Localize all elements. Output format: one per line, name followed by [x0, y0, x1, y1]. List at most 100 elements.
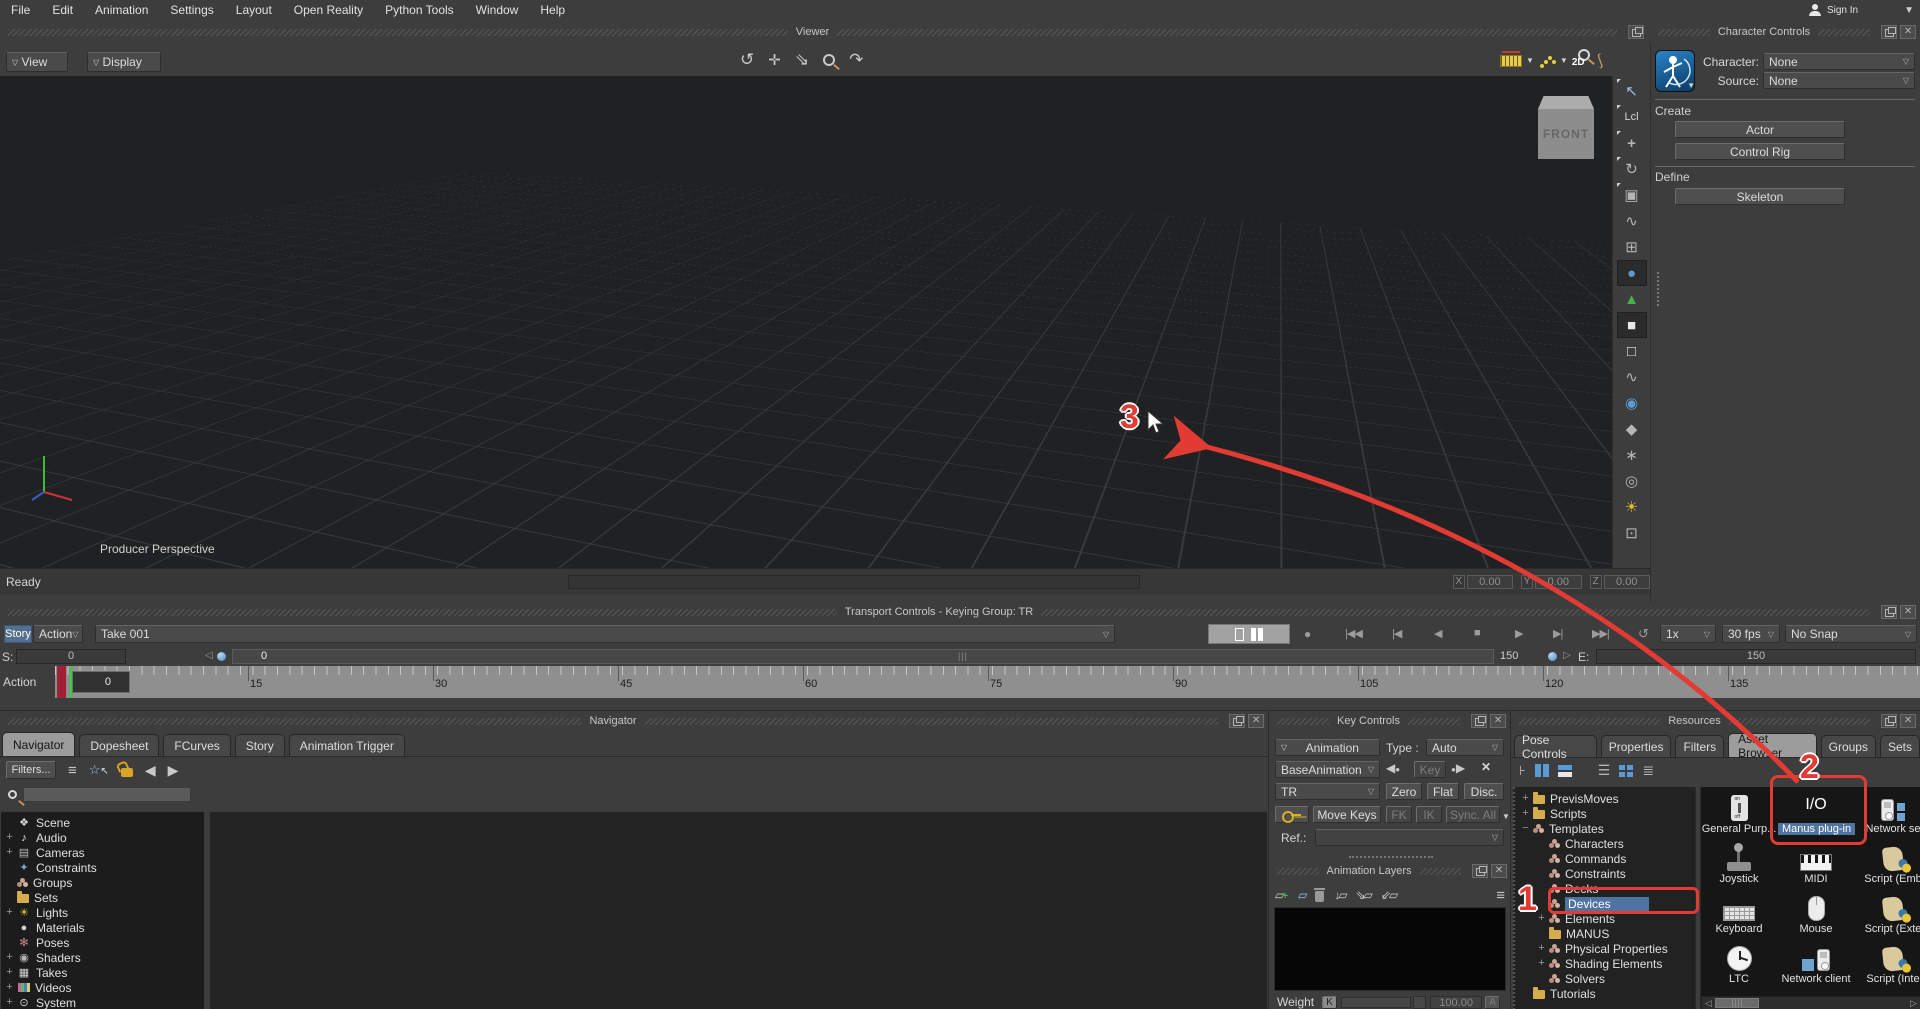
weight-spinner[interactable] — [1413, 996, 1426, 1009]
weight-auto-button[interactable]: A — [1485, 996, 1500, 1009]
bone-tool-icon[interactable]: ∗ — [1617, 442, 1647, 468]
timeline-ruler-icon[interactable] — [1500, 55, 1522, 67]
asset-network-client[interactable]: Network client — [1778, 939, 1854, 985]
lasso-icon[interactable]: ∫ — [1595, 52, 1605, 69]
layer-options-icon[interactable]: ≡ — [1496, 887, 1505, 904]
back-arrow-icon[interactable]: ◀ — [145, 762, 156, 779]
search-input[interactable] — [23, 787, 191, 802]
expand-icon[interactable]: + — [5, 908, 14, 917]
scale-tool-icon[interactable]: ▣ — [1617, 182, 1647, 208]
navigator-float-button[interactable] — [1229, 714, 1245, 728]
character-face-tool-icon[interactable]: ◎ — [1617, 468, 1647, 494]
orbit-icon[interactable]: ↺ — [740, 50, 754, 70]
scroll-right-icon[interactable]: ▷ — [1907, 998, 1920, 1009]
range-right-arrow-icon[interactable]: ▷ — [1563, 650, 1571, 661]
layers-stack-icon[interactable]: ▱ — [1298, 888, 1305, 902]
menu-python-tools[interactable]: Python Tools — [374, 3, 465, 17]
asset-tree-elements[interactable]: +Elements — [1521, 911, 1695, 926]
play-button[interactable]: ▶ — [1515, 627, 1522, 640]
view-cube[interactable]: FRONT — [1538, 96, 1594, 159]
tree-item-audio[interactable]: +♪Audio — [5, 830, 204, 845]
tree-item-groups[interactable]: Groups — [5, 875, 204, 890]
asset-tree-scripts[interactable]: +Scripts — [1521, 806, 1695, 821]
asset-network-server[interactable]: Network se — [1855, 789, 1920, 835]
next-key-button[interactable]: ▶| — [1553, 627, 1562, 640]
dual-view-icon[interactable] — [1251, 628, 1263, 641]
zero-button[interactable]: Zero — [1386, 783, 1422, 800]
transport-close-button[interactable]: ✕ — [1900, 605, 1916, 619]
asset-keyboard[interactable]: Keyboard — [1701, 889, 1777, 935]
merge-down-icon[interactable]: ⇘▱ — [1356, 888, 1371, 902]
actor-button[interactable]: Actor — [1675, 121, 1845, 138]
asset-general-purpose[interactable]: General Purp... — [1701, 789, 1777, 835]
asset-script-external[interactable]: Script (Exte — [1855, 889, 1920, 935]
cube-alt-tool-icon[interactable]: □ — [1617, 338, 1647, 364]
asset-joystick[interactable]: Joystick — [1701, 839, 1777, 885]
range-end-handle[interactable] — [1548, 652, 1557, 661]
primitive-tool-icon[interactable]: ▲ — [1617, 286, 1647, 312]
tree-item-videos[interactable]: +Videos — [5, 980, 204, 995]
current-frame-field[interactable]: 0 — [232, 649, 1494, 664]
tree-item-materials[interactable]: ●Materials — [5, 920, 204, 935]
start-frame-field[interactable]: 0 — [16, 649, 126, 664]
coord-y-value[interactable]: 0.00 — [1535, 575, 1581, 589]
expand-icon[interactable]: + — [1537, 959, 1546, 968]
expand-icon[interactable]: + — [1521, 809, 1530, 818]
sync-all-button[interactable]: Sync. All — [1446, 806, 1500, 823]
forward-arrow-icon[interactable]: ▶ — [168, 762, 179, 779]
tab-fcurves[interactable]: FCurves — [163, 734, 230, 756]
add-layer-icon[interactable]: ▱+ — [1275, 888, 1288, 902]
move-keys-button[interactable]: Move Keys — [1313, 806, 1381, 823]
key-button[interactable]: Key — [1414, 761, 1446, 778]
expand-icon[interactable]: + — [5, 848, 14, 857]
display-dropdown[interactable]: ▽ Display — [87, 52, 161, 72]
tab-asset-browser[interactable]: Asset Browser — [1728, 733, 1817, 757]
timeline-grip[interactable]: ||| — [958, 651, 968, 661]
snap-dropdown[interactable]: No Snap▽ — [1785, 625, 1917, 643]
animation-layers-close-button[interactable]: ✕ — [1491, 864, 1507, 878]
range-start-handle[interactable] — [217, 652, 226, 661]
control-rig-button[interactable]: Control Rig — [1675, 143, 1845, 160]
menu-edit[interactable]: Edit — [41, 3, 84, 17]
tab-sets[interactable]: Sets — [1880, 735, 1920, 757]
previous-key-button[interactable]: |◀ — [1392, 627, 1401, 640]
list-view-icon[interactable]: ☰ — [1598, 762, 1611, 779]
motion-path-icon[interactable] — [1538, 54, 1556, 68]
next-key-icon-button[interactable]: ●▶ — [1451, 761, 1465, 775]
disc-button[interactable]: Disc. — [1464, 783, 1504, 800]
cube-tool-icon[interactable]: ■ — [1617, 312, 1647, 338]
asset-tree-solvers[interactable]: Solvers — [1521, 971, 1695, 986]
select-tool-icon[interactable]: ↖ — [1617, 78, 1647, 104]
merge-layer-icon[interactable]: ↓▱ — [1334, 888, 1345, 902]
expand-icon[interactable]: + — [5, 833, 14, 842]
asset-tree-physical-properties[interactable]: +Physical Properties — [1521, 941, 1695, 956]
expand-icon[interactable]: + — [5, 953, 14, 962]
sign-in-button[interactable]: Sign In ▼ — [1809, 0, 1914, 20]
view-dropdown[interactable]: ▽ View — [6, 52, 68, 72]
ruler-chevron-icon[interactable]: ▼ — [1526, 56, 1534, 65]
ik-button[interactable]: IK — [1416, 806, 1442, 823]
flat-button[interactable]: Flat — [1427, 783, 1459, 800]
panel-grip[interactable] — [1657, 272, 1659, 306]
layer-dropdown[interactable]: BaseAnimation▽ — [1275, 761, 1380, 778]
pan-icon[interactable]: ✛ — [768, 51, 781, 69]
asset-tree-manus[interactable]: MANUS — [1521, 926, 1695, 941]
tree-view-icon[interactable]: ⊦ — [1519, 763, 1526, 779]
asset-mouse[interactable]: Mouse — [1778, 889, 1854, 935]
playhead-frame-box[interactable]: 0 — [72, 671, 130, 693]
lock-icon[interactable] — [121, 768, 133, 777]
asset-tree-decks[interactable]: Decks — [1521, 881, 1695, 896]
character-controls-float-button[interactable] — [1881, 25, 1897, 39]
character-icon-chevron[interactable]: ▼ — [1687, 81, 1695, 90]
sync-chevron-icon[interactable]: ▼ — [1502, 812, 1510, 821]
snap-tool-icon[interactable]: ⊞ — [1617, 234, 1647, 260]
region-tool-icon[interactable]: ⊡ — [1617, 520, 1647, 546]
asset-tree-characters[interactable]: Characters — [1521, 836, 1695, 851]
light-tool-icon[interactable]: ☀ — [1617, 494, 1647, 520]
sign-in-chevron-icon[interactable]: ▼ — [1904, 5, 1914, 16]
prev-key-button[interactable]: ◀● — [1386, 761, 1400, 775]
story-mode-button[interactable]: Story — [4, 625, 32, 643]
curve-tool-icon[interactable]: ∿ — [1617, 208, 1647, 234]
resources-close-button[interactable]: ✕ — [1900, 714, 1916, 728]
asset-grid-hscrollbar[interactable]: ◁ ▷ — [1701, 996, 1920, 1009]
